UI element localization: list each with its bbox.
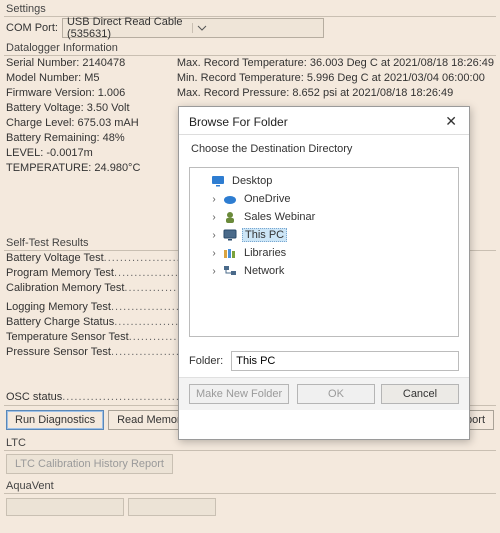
folder-label: Folder:	[189, 355, 223, 367]
charge-level: Charge Level: 675.03 mAH	[0, 116, 171, 131]
com-port-label: COM Port:	[6, 22, 58, 34]
tree-item-desktop[interactable]: Desktop	[192, 172, 456, 190]
min-record-temp: Min. Record Temperature: 5.996 Deg C at …	[171, 71, 500, 86]
tree-item-onedrive[interactable]: › OneDrive	[192, 190, 456, 208]
divider	[4, 450, 496, 451]
level-reading: LEVEL: -0.0017m	[0, 146, 171, 161]
make-new-folder-button: Make New Folder	[189, 384, 289, 404]
tree-item-user[interactable]: › Sales Webinar	[192, 208, 456, 226]
model-number: Model Number: M5	[0, 71, 171, 86]
firmware-version: Firmware Version: 1.006	[0, 86, 171, 101]
tree-item-this-pc[interactable]: › This PC	[192, 226, 456, 244]
battery-remaining: Battery Remaining: 48%	[0, 131, 171, 146]
close-icon[interactable]: ✕	[441, 113, 461, 130]
dialog-instruction: Choose the Destination Directory	[179, 141, 469, 163]
user-icon	[222, 210, 238, 224]
com-port-select[interactable]: USB Direct Read Cable (535631)	[62, 18, 324, 38]
expand-icon[interactable]: ›	[208, 212, 220, 223]
folder-input[interactable]	[231, 351, 459, 371]
datalogger-title: Datalogger Information	[0, 39, 500, 55]
aquavent-title: AquaVent	[0, 477, 500, 493]
expand-icon[interactable]: ›	[208, 230, 220, 241]
battery-voltage: Battery Voltage: 3.50 Volt	[0, 101, 171, 116]
browse-folder-dialog: Browse For Folder ✕ Choose the Destinati…	[178, 106, 470, 440]
ok-button[interactable]: OK	[297, 384, 375, 404]
max-record-pressure: Max. Record Pressure: 8.652 psi at 2021/…	[171, 86, 500, 101]
monitor-icon	[222, 228, 238, 242]
settings-title: Settings	[0, 0, 500, 16]
chevron-down-icon	[192, 23, 323, 33]
folder-tree[interactable]: Desktop › OneDrive › Sales Webinar › Thi…	[189, 167, 459, 337]
expand-icon[interactable]: ›	[208, 266, 220, 277]
network-icon	[222, 264, 238, 278]
expand-icon[interactable]: ›	[208, 248, 220, 259]
aquavent-button-1	[6, 498, 124, 516]
ltc-calibration-history-button[interactable]: LTC Calibration History Report	[6, 454, 173, 474]
temperature-reading: TEMPERATURE: 24.980°C	[0, 161, 171, 176]
libraries-icon	[222, 246, 238, 260]
cancel-button[interactable]: Cancel	[381, 384, 459, 404]
tree-item-libraries[interactable]: › Libraries	[192, 244, 456, 262]
run-diagnostics-button[interactable]: Run Diagnostics	[6, 410, 104, 430]
desktop-icon	[210, 174, 226, 188]
tree-item-network[interactable]: › Network	[192, 262, 456, 280]
aquavent-button-2	[128, 498, 216, 516]
expand-icon[interactable]: ›	[208, 194, 220, 205]
dialog-title: Browse For Folder	[189, 115, 288, 129]
cloud-icon	[222, 192, 238, 206]
max-record-temp: Max. Record Temperature: 36.003 Deg C at…	[171, 56, 500, 71]
com-port-value: USB Direct Read Cable (535631)	[63, 16, 193, 40]
serial-number: Serial Number: 2140478	[0, 56, 171, 71]
